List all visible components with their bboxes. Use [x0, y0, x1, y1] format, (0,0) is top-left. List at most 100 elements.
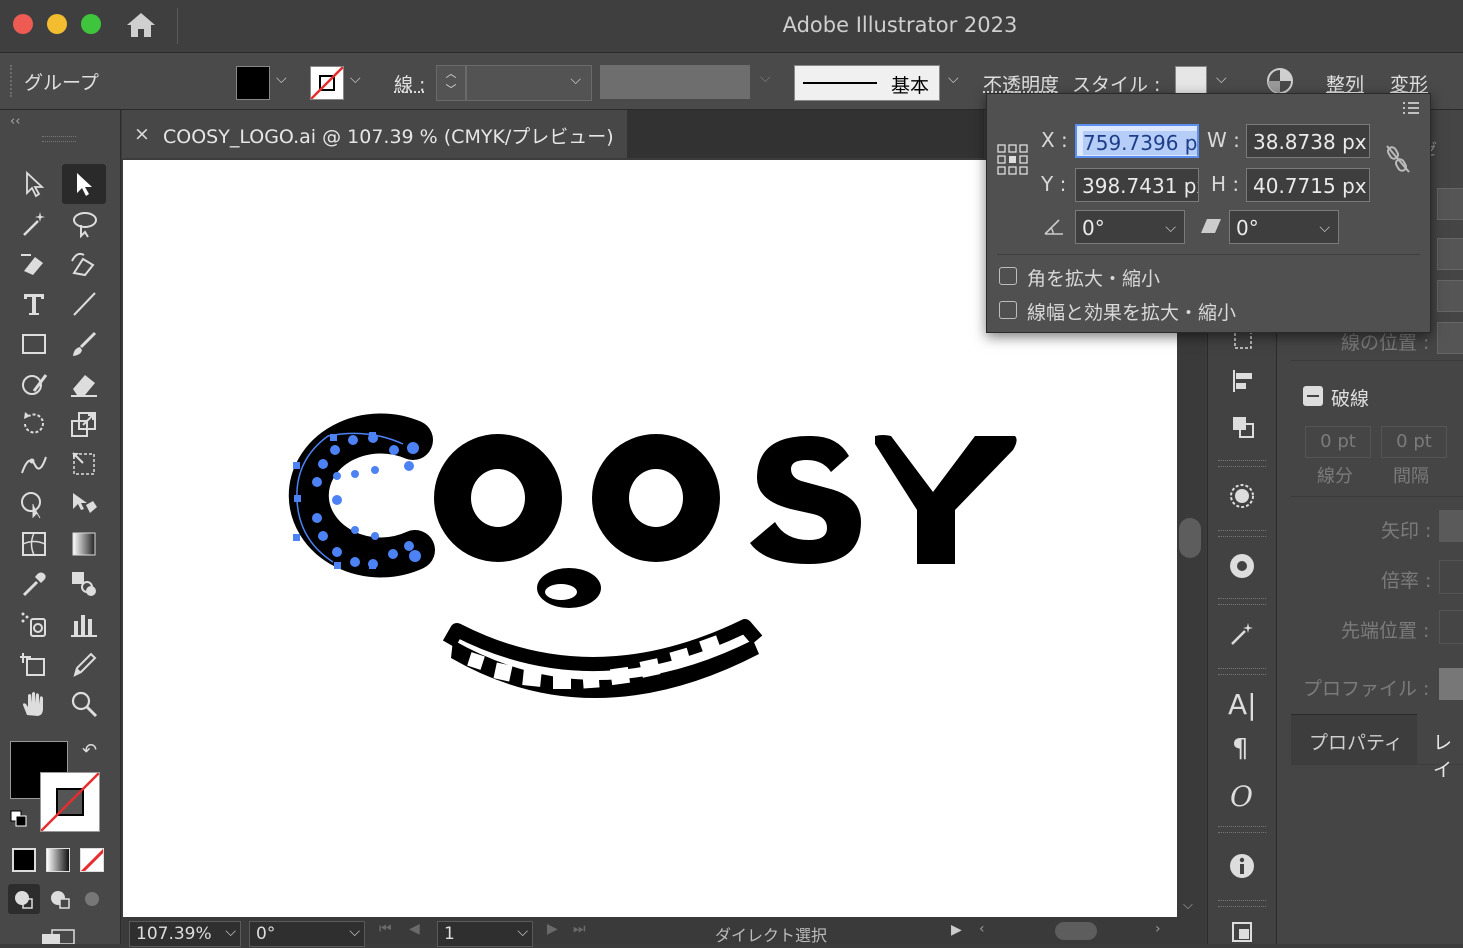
dash-length-input[interactable]: 0 pt [1305, 426, 1371, 458]
stroke-indicator[interactable] [40, 772, 100, 832]
arrowhead-dropdown[interactable] [1439, 510, 1463, 542]
fill-color-swatch[interactable] [236, 66, 270, 100]
arrow-scale-input[interactable] [1439, 560, 1463, 594]
generative-panel-icon[interactable] [1228, 620, 1256, 648]
type-tool-icon[interactable] [14, 286, 54, 322]
variable-width-profile-dropdown[interactable] [600, 65, 750, 99]
stroke-position-buttons[interactable] [1437, 322, 1463, 354]
tip-position-buttons[interactable] [1439, 610, 1463, 644]
blend-tool-icon[interactable] [64, 566, 104, 602]
stroke-weight-stepper[interactable]: ︿ ﹀ [436, 65, 466, 101]
artboards-panel-icon[interactable] [1230, 920, 1254, 944]
zoom-tool-icon[interactable] [64, 686, 104, 722]
letter-c-selected[interactable] [288, 413, 435, 578]
y-position-input[interactable]: 398.7431 px [1075, 168, 1199, 202]
draw-normal-icon[interactable] [8, 884, 40, 914]
rotate-tool-icon[interactable] [14, 406, 54, 442]
gradient-tool-icon[interactable] [64, 526, 104, 562]
previous-artboard-icon[interactable]: ◀ [409, 921, 420, 937]
dashed-line-checkbox[interactable] [1303, 386, 1323, 406]
rotate-angle-input[interactable]: 0° ⌵ [1075, 210, 1185, 244]
color-mode-icon[interactable] [12, 848, 36, 872]
collapse-panel-icon[interactable]: ‹‹ [10, 114, 20, 129]
align-panel-icon[interactable] [1230, 368, 1256, 394]
shape-builder-tool-icon[interactable] [14, 486, 54, 522]
selection-tool-icon[interactable] [14, 166, 54, 202]
eraser-tool-icon[interactable] [64, 366, 104, 402]
popup-menu-icon[interactable] [1401, 100, 1421, 116]
rotation-dropdown[interactable]: 0° ⌵ [249, 921, 365, 947]
first-artboard-icon[interactable]: ⏮ [379, 921, 392, 937]
brush-definition-dropdown[interactable]: 基本 [794, 65, 940, 101]
none-mode-icon[interactable] [80, 848, 104, 872]
last-artboard-icon[interactable]: ⏭ [573, 921, 586, 937]
curvature-tool-icon[interactable] [64, 246, 104, 282]
next-artboard-icon[interactable]: ▶ [547, 921, 558, 937]
style-chevron-down-icon[interactable]: ⌵ [1216, 71, 1227, 87]
x-position-input[interactable]: 759.7396 px [1075, 124, 1199, 158]
shaper-tool-icon[interactable] [14, 366, 54, 402]
stroke-weight-label[interactable]: 線 : [394, 70, 425, 97]
paintbrush-tool-icon[interactable] [64, 326, 104, 362]
line-segment-tool-icon[interactable] [64, 286, 104, 322]
default-fill-stroke-icon[interactable] [10, 810, 28, 828]
symbol-sprayer-tool-icon[interactable] [14, 606, 54, 642]
free-transform-tool-icon[interactable] [64, 446, 104, 482]
width-input[interactable]: 38.8738 px [1246, 124, 1370, 158]
pathfinder-panel-icon[interactable] [1230, 414, 1256, 440]
height-input[interactable]: 40.7715 px [1246, 168, 1370, 202]
zoom-dropdown[interactable]: 107.39% ⌵ [129, 921, 241, 947]
recolor-artwork-icon[interactable] [1266, 67, 1294, 95]
stroke-color-swatch[interactable] [310, 66, 344, 100]
lasso-tool-icon[interactable] [64, 206, 104, 242]
scale-corners-checkbox[interactable] [999, 267, 1017, 285]
shear-angle-input[interactable]: 0° ⌵ [1229, 210, 1339, 244]
magic-wand-tool-icon[interactable] [14, 206, 54, 242]
reference-point-icon[interactable] [997, 144, 1029, 176]
vertical-scroll-thumb[interactable] [1179, 518, 1201, 558]
scale-strokes-label: 線幅と効果を拡大・縮小 [1027, 302, 1237, 324]
close-tab-icon[interactable]: × [134, 123, 150, 145]
artboard-number-dropdown[interactable]: 1 ⌵ [437, 921, 533, 947]
pen-tool-icon[interactable] [14, 246, 54, 282]
tab-layers[interactable]: レイ [1433, 728, 1463, 782]
swap-fill-stroke-icon[interactable]: ↶ [82, 740, 97, 761]
opentype-panel-icon[interactable]: O [1230, 780, 1253, 813]
width-tool-icon[interactable] [14, 446, 54, 482]
brush-chevron-down-icon[interactable]: ⌵ [948, 71, 959, 87]
live-paint-bucket-icon[interactable] [64, 486, 104, 522]
status-menu-arrow-icon[interactable]: ▶ [951, 922, 962, 938]
scale-strokes-checkbox[interactable] [999, 301, 1017, 319]
scroll-left-icon[interactable]: ‹ [979, 921, 985, 937]
gradient-mode-icon[interactable] [46, 848, 70, 872]
rectangle-tool-icon[interactable] [14, 326, 54, 362]
constrain-proportions-icon[interactable] [1385, 144, 1411, 174]
eyedropper-tool-icon[interactable] [14, 566, 54, 602]
hand-tool-icon[interactable] [14, 686, 54, 722]
stroke-chevron-down-icon[interactable]: ⌵ [350, 71, 361, 87]
draw-behind-icon[interactable] [46, 884, 74, 914]
direct-selection-tool-icon[interactable] [62, 164, 106, 204]
stroke-align-buttons[interactable] [1437, 280, 1463, 312]
profile-dropdown[interactable] [1439, 668, 1463, 700]
column-graph-tool-icon[interactable] [64, 606, 104, 642]
stroke-weight-input[interactable]: ⌵ [466, 65, 592, 101]
slice-tool-icon[interactable] [64, 646, 104, 682]
mesh-tool-icon[interactable] [14, 526, 54, 562]
stroke-cap-buttons[interactable] [1437, 188, 1463, 220]
info-panel-icon[interactable] [1228, 852, 1256, 880]
recolor-panel-icon[interactable] [1226, 550, 1258, 582]
appearance-panel-icon[interactable] [1228, 482, 1256, 510]
tab-properties[interactable]: プロパティ [1309, 728, 1403, 755]
screen-mode-icon[interactable] [38, 928, 78, 945]
horizontal-scroll-thumb[interactable] [1055, 922, 1097, 940]
gap-length-input[interactable]: 0 pt [1381, 426, 1447, 458]
fill-chevron-down-icon[interactable]: ⌵ [276, 71, 287, 87]
character-panel-icon[interactable]: A| [1228, 688, 1257, 721]
stroke-corner-buttons[interactable] [1437, 238, 1463, 270]
scroll-down-icon[interactable]: ⌵ [1183, 898, 1193, 913]
artboard-tool-icon[interactable] [14, 646, 54, 682]
scale-tool-icon[interactable] [64, 406, 104, 442]
scroll-right-icon[interactable]: › [1155, 921, 1161, 937]
paragraph-panel-icon[interactable]: ¶ [1232, 734, 1249, 764]
